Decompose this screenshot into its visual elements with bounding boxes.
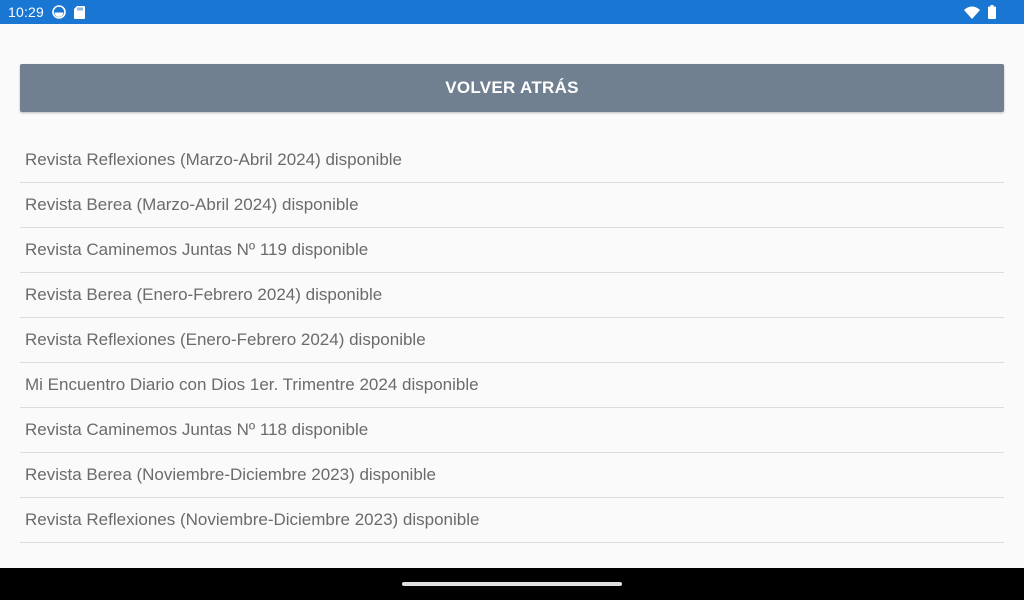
list-item-label: Revista Berea (Enero-Febrero 2024) dispo… bbox=[25, 285, 383, 304]
list-item-label: Revista Reflexiones (Marzo-Abril 2024) d… bbox=[25, 150, 403, 169]
list-item-label: Revista Berea (Marzo-Abril 2024) disponi… bbox=[25, 195, 359, 214]
list-item[interactable]: Revista Caminemos Juntas Nº 118 disponib… bbox=[20, 408, 1004, 453]
home-handle[interactable] bbox=[402, 582, 622, 586]
list-item[interactable]: Revista Berea (Marzo-Abril 2024) disponi… bbox=[20, 183, 1004, 228]
back-button[interactable]: VOLVER ATRÁS bbox=[20, 64, 1004, 112]
list-item-label: Revista Berea (Noviembre-Diciembre 2023)… bbox=[25, 465, 437, 484]
list-item-label: Mi Encuentro Diario con Dios 1er. Trimen… bbox=[25, 375, 479, 394]
status-bar-left: 10:29 bbox=[8, 4, 86, 20]
list-item[interactable]: Revista Caminemos Juntas Nº 119 disponib… bbox=[20, 228, 1004, 273]
announcement-list: Revista Reflexiones (Marzo-Abril 2024) d… bbox=[20, 138, 1004, 543]
list-item-label: Revista Caminemos Juntas Nº 118 disponib… bbox=[25, 420, 369, 439]
list-item[interactable]: Revista Reflexiones (Enero-Febrero 2024)… bbox=[20, 318, 1004, 363]
list-item[interactable]: Revista Reflexiones (Noviembre-Diciembre… bbox=[20, 498, 1004, 543]
battery-icon bbox=[988, 5, 996, 19]
main-content: VOLVER ATRÁS Revista Reflexiones (Marzo-… bbox=[0, 24, 1024, 568]
list-item[interactable]: Revista Reflexiones (Marzo-Abril 2024) d… bbox=[20, 138, 1004, 183]
status-bar: 10:29 bbox=[0, 0, 1024, 24]
status-bar-right bbox=[964, 5, 1016, 19]
list-item[interactable]: Revista Berea (Enero-Febrero 2024) dispo… bbox=[20, 273, 1004, 318]
status-time: 10:29 bbox=[8, 4, 45, 20]
navigation-bar bbox=[0, 568, 1024, 600]
wifi-icon bbox=[964, 6, 980, 19]
list-item-label: Revista Caminemos Juntas Nº 119 disponib… bbox=[25, 240, 369, 259]
sd-card-icon bbox=[74, 5, 86, 19]
sync-icon bbox=[52, 5, 66, 19]
list-item[interactable]: Mi Encuentro Diario con Dios 1er. Trimen… bbox=[20, 363, 1004, 408]
list-item[interactable]: Revista Berea (Noviembre-Diciembre 2023)… bbox=[20, 453, 1004, 498]
list-item-label: Revista Reflexiones (Noviembre-Diciembre… bbox=[25, 510, 480, 529]
list-item-label: Revista Reflexiones (Enero-Febrero 2024)… bbox=[25, 330, 426, 349]
